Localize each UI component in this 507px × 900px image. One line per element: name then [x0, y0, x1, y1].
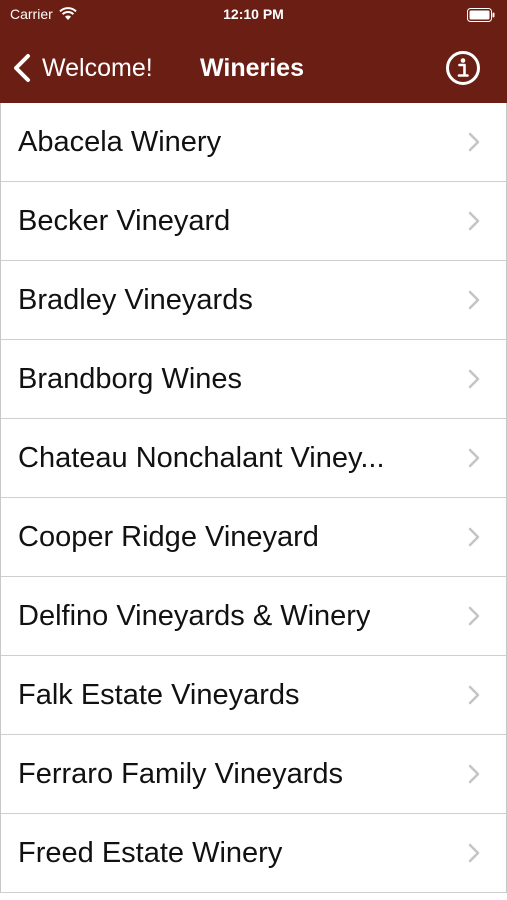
chevron-right-icon: [468, 448, 480, 468]
page-title: Wineries: [200, 54, 304, 82]
list-item[interactable]: Becker Vineyard: [1, 182, 506, 261]
chevron-right-icon: [468, 685, 480, 705]
chevron-right-icon: [468, 369, 480, 389]
battery-icon: [467, 8, 495, 22]
list-item-label: Falk Estate Vineyards: [18, 678, 300, 711]
chevron-right-icon: [468, 211, 480, 231]
status-bar: Carrier 12:10 PM: [0, 0, 507, 30]
list-item-label: Cooper Ridge Vineyard: [18, 520, 319, 553]
status-time: 12:10 PM: [223, 6, 284, 22]
list-item[interactable]: Cooper Ridge Vineyard: [1, 498, 506, 577]
chevron-right-icon: [468, 290, 480, 310]
list-item[interactable]: Bradley Vineyards: [1, 261, 506, 340]
chevron-right-icon: [468, 843, 480, 863]
list-item[interactable]: Delfino Vineyards & Winery: [1, 577, 506, 656]
list-item-label: Chateau Nonchalant Viney...: [18, 441, 385, 474]
list-item-label: Bradley Vineyards: [18, 283, 253, 316]
info-icon[interactable]: [445, 50, 481, 86]
list-item[interactable]: Freed Estate Winery: [1, 814, 506, 893]
chevron-right-icon: [468, 606, 480, 626]
winery-list: Abacela Winery Becker Vineyard Bradley V…: [0, 103, 507, 893]
list-item-label: Ferraro Family Vineyards: [18, 757, 344, 790]
list-item[interactable]: Falk Estate Vineyards: [1, 656, 506, 735]
list-item[interactable]: Chateau Nonchalant Viney...: [1, 419, 506, 498]
chevron-right-icon: [468, 132, 480, 152]
list-item-label: Brandborg Wines: [18, 362, 243, 395]
chevron-right-icon: [468, 764, 480, 784]
list-item-label: Abacela Winery: [18, 125, 222, 158]
back-button[interactable]: Welcome!: [10, 48, 153, 88]
list-item[interactable]: Ferraro Family Vineyards: [1, 735, 506, 814]
chevron-right-icon: [468, 527, 480, 547]
list-item-label: Becker Vineyard: [18, 204, 231, 237]
back-label: Welcome!: [42, 53, 153, 82]
list-item-label: Delfino Vineyards & Winery: [18, 599, 371, 632]
back-chevron-icon: [14, 54, 30, 82]
list-item[interactable]: Abacela Winery: [1, 103, 506, 182]
list-item-label: Freed Estate Winery: [18, 836, 283, 869]
list-item[interactable]: Brandborg Wines: [1, 340, 506, 419]
navigation-bar: Welcome! Wineries: [0, 30, 507, 103]
